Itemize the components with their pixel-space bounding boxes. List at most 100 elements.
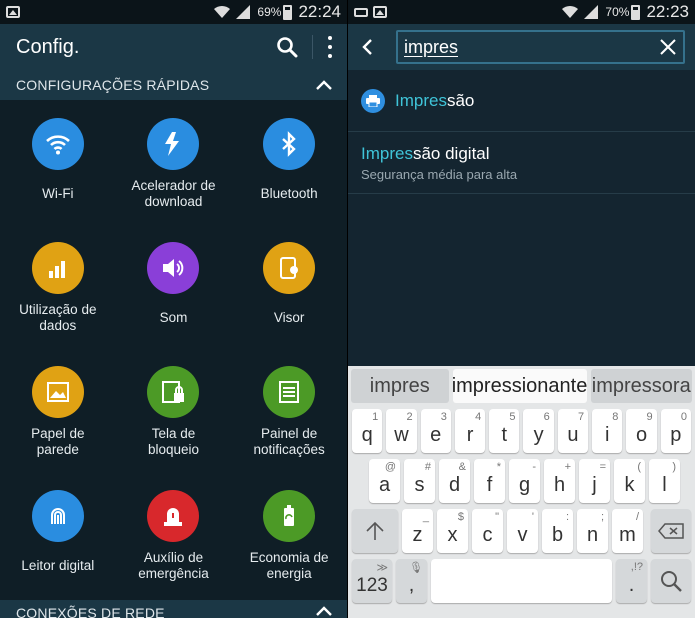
bluetooth-icon[interactable] xyxy=(263,118,316,170)
suggestion-item[interactable]: impressora xyxy=(590,369,692,403)
period-key[interactable]: ,!?. xyxy=(616,559,647,603)
action-bar: Config. xyxy=(0,24,347,70)
key-b[interactable]: :b xyxy=(542,509,573,553)
lock-screen-icon[interactable] xyxy=(147,366,200,418)
quick-setting-label: Visor xyxy=(273,310,305,325)
clock: 22:24 xyxy=(298,2,341,21)
quick-setting-wifi[interactable]: Wi-Fi xyxy=(0,118,116,242)
result-subtitle: Segurança média para alta xyxy=(361,166,518,182)
quick-setting-wallpaper[interactable]: Papel de parede xyxy=(0,366,116,490)
space-key[interactable] xyxy=(431,559,612,603)
key-c[interactable]: " c xyxy=(472,509,503,553)
quick-setting-lock-screen[interactable]: Tela de bloqueio xyxy=(116,366,232,490)
status-bar: 70% 22:23 xyxy=(348,0,695,24)
key-m[interactable]: / m xyxy=(612,509,643,553)
key-x[interactable]: $ x xyxy=(437,509,468,553)
battery-icon xyxy=(631,4,641,20)
comma-key[interactable]: 🎙, xyxy=(396,559,427,603)
key-u[interactable]: 7u xyxy=(557,409,589,453)
quick-setting-label: Som xyxy=(159,310,188,325)
quick-setting-label: Tela de bloqueio xyxy=(147,426,200,457)
battery-percent: 69% xyxy=(257,5,282,19)
quick-setting-label: Utilização de dados xyxy=(19,302,97,333)
key-p[interactable]: 0p xyxy=(660,409,691,453)
key-v[interactable]: ' v xyxy=(507,509,538,553)
key-g[interactable]: -g xyxy=(509,459,540,503)
clear-search-icon[interactable] xyxy=(659,38,677,56)
data-usage-icon[interactable] xyxy=(31,242,84,294)
settings-screen: 69% 22:24 Config. CONFIGURAÇÕES RÁPIDAS … xyxy=(0,0,347,618)
quick-setting-notification-panel[interactable]: Painel de notificações xyxy=(231,366,347,490)
chevron-up-icon xyxy=(316,80,332,90)
quick-setting-label: Papel de parede xyxy=(31,426,85,457)
suggestion-item[interactable]: impressionante xyxy=(452,369,587,403)
key-d[interactable]: & d xyxy=(439,459,470,503)
key-w[interactable]: 2w xyxy=(386,409,417,453)
quick-setting-label: Economia de energia xyxy=(249,550,329,581)
key-r[interactable]: 4r xyxy=(454,409,486,453)
wallpaper-icon[interactable] xyxy=(31,366,84,418)
battery-icon xyxy=(283,4,293,20)
wifi-icon[interactable] xyxy=(31,118,84,170)
wifi-signal-icon xyxy=(562,5,579,18)
notification-panel-icon[interactable] xyxy=(263,366,316,418)
key-l[interactable]: ) l xyxy=(649,459,680,503)
keyboard-row: @ a # s & d * f - g + h = j(k) l xyxy=(348,456,695,506)
on-screen-keyboard: impres impressionante impressora 1q2w3e4… xyxy=(348,366,695,618)
chevron-up-icon xyxy=(316,606,332,616)
quick-setting-label: Painel de notificações xyxy=(253,426,325,457)
quick-setting-power-saving[interactable]: Economia de energia xyxy=(231,490,347,614)
key-h[interactable]: + h xyxy=(544,459,575,503)
quick-setting-download-booster[interactable]: Acelerador de download xyxy=(116,118,232,242)
key-j[interactable]: = j xyxy=(579,459,610,503)
key-a[interactable]: @ a xyxy=(369,459,400,503)
key-o[interactable]: 9o xyxy=(626,409,657,453)
suggestion-item[interactable]: impres xyxy=(351,369,449,403)
quick-settings-header[interactable]: CONFIGURAÇÕES RÁPIDAS xyxy=(0,70,347,100)
page-title: Config. xyxy=(16,35,80,58)
display-icon[interactable] xyxy=(263,242,316,294)
clock: 22:23 xyxy=(646,2,689,21)
image-notification-icon xyxy=(6,6,20,18)
fingerprint-icon[interactable] xyxy=(31,490,84,542)
key-n[interactable]: ; n xyxy=(577,509,608,553)
search-result-printing[interactable]: Impressão xyxy=(348,70,695,132)
quick-setting-sound[interactable]: Som xyxy=(116,242,232,366)
network-connections-header[interactable]: CONEXÕES DE REDE xyxy=(0,600,347,618)
numbers-key[interactable]: ≫ 123 xyxy=(352,559,392,603)
status-bar: 69% 22:24 xyxy=(0,0,347,24)
key-q[interactable]: 1q xyxy=(352,409,383,453)
shift-arrow-icon xyxy=(366,521,384,540)
keyboard-row: _ z $ x " c ' v: b; n / m xyxy=(348,506,695,556)
quick-setting-data-usage[interactable]: Utilização de dados xyxy=(0,242,116,366)
quick-setting-emergency[interactable]: Auxílio de emergência xyxy=(116,490,232,614)
key-t[interactable]: 5t xyxy=(489,409,520,453)
search-icon[interactable] xyxy=(276,36,298,58)
key-k[interactable]: (k xyxy=(614,459,645,503)
emergency-icon[interactable] xyxy=(147,490,200,542)
sound-icon[interactable] xyxy=(147,242,200,294)
key-y[interactable]: 6y xyxy=(523,409,554,453)
back-arrow-icon[interactable] xyxy=(358,37,378,57)
settings-search-screen: 70% 22:23 impres Impressão Impressão dig… xyxy=(348,0,695,618)
printer-icon xyxy=(361,88,385,113)
search-key[interactable] xyxy=(651,559,691,603)
power-saving-icon[interactable] xyxy=(263,490,316,542)
quick-setting-label: Auxílio de emergência xyxy=(138,550,209,581)
download-booster-icon[interactable] xyxy=(147,118,200,170)
key-s[interactable]: # s xyxy=(404,459,435,503)
search-input[interactable]: impres xyxy=(396,30,685,64)
more-options-icon[interactable] xyxy=(327,36,333,58)
shift-key[interactable] xyxy=(352,509,398,553)
quick-setting-fingerprint[interactable]: Leitor digital xyxy=(0,490,116,614)
backspace-key[interactable] xyxy=(651,509,691,553)
key-f[interactable]: * f xyxy=(474,459,505,503)
search-result-fingerprint-printing[interactable]: Impressão digital Segurança média para a… xyxy=(348,132,695,194)
key-e[interactable]: 3e xyxy=(420,409,451,453)
cell-signal-icon xyxy=(584,5,599,19)
quick-setting-display[interactable]: Visor xyxy=(231,242,347,366)
key-i[interactable]: 8i xyxy=(592,409,623,453)
key-z[interactable]: _ z xyxy=(402,509,433,553)
image-notification-icon xyxy=(373,6,387,18)
quick-setting-bluetooth[interactable]: Bluetooth xyxy=(231,118,347,242)
